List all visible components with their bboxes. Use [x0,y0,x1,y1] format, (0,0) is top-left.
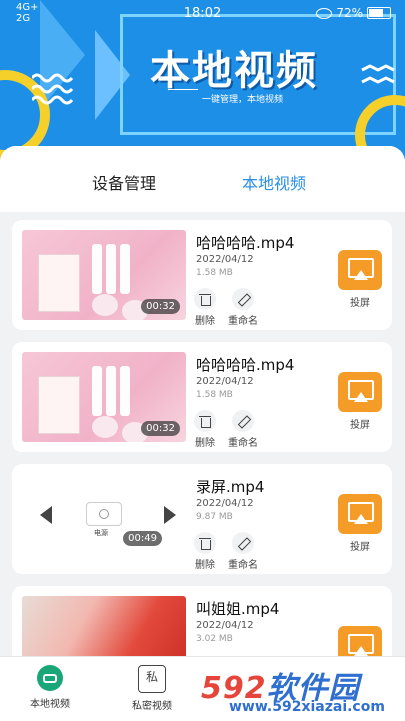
video-icon [37,665,63,691]
flower [92,294,118,316]
trash-icon [194,410,216,432]
video-date: 2022/04/12 [196,254,254,265]
wave-decoration [32,73,74,105]
video-size: 1.58 MB [196,390,233,400]
power-button-graphic [86,502,122,526]
rename-label: 重命名 [228,560,258,571]
content-panel: 设备管理 本地视频 00:32 哈哈哈哈.mp4 2022/04/12 1.58… [0,146,405,656]
video-card[interactable]: 00:32 哈哈哈哈.mp4 2022/04/12 1.58 MB 删除 重命名… [12,342,392,452]
status-bar: 4G+ 2G 18:02 72% [0,0,405,26]
delete-button[interactable]: 删除 [194,532,216,571]
product-box [38,254,80,312]
cast-button[interactable]: 投屏 [338,372,382,431]
video-size: 9.87 MB [196,512,233,522]
video-date: 2022/04/12 [196,498,254,509]
duration-badge: 00:32 [141,299,180,314]
nav-private-video[interactable]: 私 私密视频 [112,665,192,712]
screen-cast-icon [338,250,382,290]
nav-label: 私密视频 [132,701,172,712]
screen-cast-icon [338,372,382,412]
video-card[interactable]: 电源 00:49 录屏.mp4 2022/04/12 9.87 MB 删除 重命… [12,464,392,574]
arrow-left-icon [40,506,52,524]
power-label: 电源 [94,529,108,537]
tab-device-management[interactable]: 设备管理 [92,170,156,194]
delete-button[interactable]: 删除 [194,288,216,327]
video-date: 2022/04/12 [196,620,254,631]
cast-label: 投屏 [350,298,370,309]
video-title: 哈哈哈哈.mp4 [196,234,295,252]
video-title: 录屏.mp4 [196,478,265,496]
trash-icon [194,532,216,554]
trash-icon [194,288,216,310]
screen-cast-icon [338,494,382,534]
arrow-right-icon [164,506,176,524]
pencil-icon [232,532,254,554]
rename-button[interactable]: 重命名 [228,288,258,327]
video-card[interactable]: 00:32 哈哈哈哈.mp4 2022/04/12 1.58 MB 删除 重命名… [12,220,392,330]
hero-subtitle: 一键管理，本地视频 [202,95,284,105]
watermark-url: www.592xiazai.com [229,699,385,715]
cast-button[interactable]: 投屏 [338,494,382,553]
bottom-nav: 本地视频 私 私密视频 592软件园 www.592xiazai.com [0,656,405,721]
product-tube [92,244,102,294]
battery-icon [367,7,391,19]
zigzag-decoration [361,64,395,84]
eye-icon [316,7,333,19]
product-box [38,376,80,434]
rename-label: 重命名 [228,316,258,327]
delete-label: 删除 [195,438,215,449]
delete-label: 删除 [195,316,215,327]
pencil-icon [232,410,254,432]
cast-label: 投屏 [350,542,370,553]
video-title: 哈哈哈哈.mp4 [196,356,295,374]
cast-button[interactable]: 投屏 [338,250,382,309]
video-card[interactable]: 叫姐姐.mp4 2022/04/12 3.02 MB [12,586,392,656]
screen-cast-icon [338,626,382,656]
product-tube [106,366,116,416]
video-thumbnail[interactable] [22,596,186,656]
product-tube [106,244,116,294]
product-tube [120,366,130,416]
video-thumbnail[interactable]: 00:32 [22,352,186,442]
duration-badge: 00:32 [141,421,180,436]
duration-badge: 00:49 [123,531,162,546]
rename-button[interactable]: 重命名 [228,410,258,449]
header-banner: 4G+ 2G 18:02 72% 本地视频 一键管理，本地视频 [0,0,405,170]
delete-button[interactable]: 删除 [194,410,216,449]
video-thumbnail[interactable]: 00:32 [22,230,186,320]
tab-local-video[interactable]: 本地视频 [242,170,306,194]
pencil-icon [232,288,254,310]
watermark: 592软件园 www.592xiazai.com [197,661,403,721]
video-size: 3.02 MB [196,634,233,644]
divider [168,89,198,90]
product-tube [120,244,130,294]
product-tube [92,366,102,416]
tab-bar: 设备管理 本地视频 [0,146,405,212]
rename-label: 重命名 [228,438,258,449]
lock-icon: 私 [138,665,166,693]
rename-button[interactable]: 重命名 [228,532,258,571]
video-size: 1.58 MB [196,268,233,278]
battery-indicator: 72% [316,6,391,20]
nav-label: 本地视频 [30,699,70,710]
video-title: 叫姐姐.mp4 [196,600,280,618]
battery-percent: 72% [336,6,363,20]
delete-label: 删除 [195,560,215,571]
nav-local-video[interactable]: 本地视频 [10,665,90,710]
cast-button[interactable] [338,626,382,656]
cast-label: 投屏 [350,420,370,431]
hero-title: 本地视频 [150,48,318,94]
flower [92,416,118,438]
video-thumbnail[interactable]: 电源 00:49 [22,474,186,564]
video-date: 2022/04/12 [196,376,254,387]
